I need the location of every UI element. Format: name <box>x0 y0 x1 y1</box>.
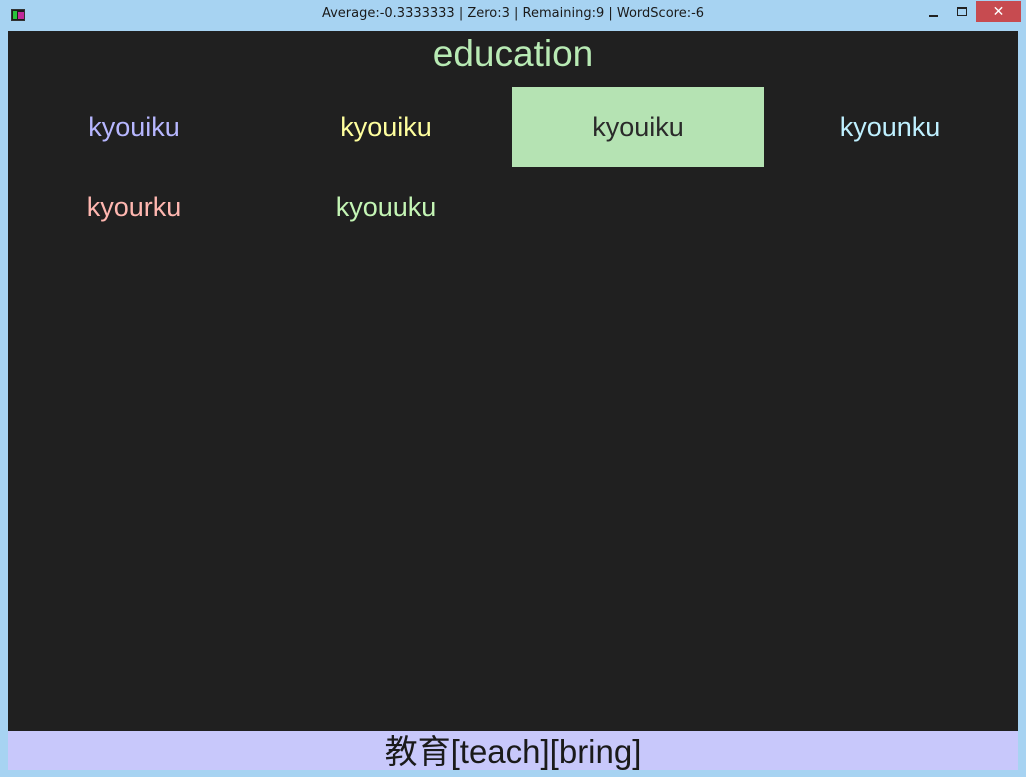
title-bar[interactable]: Average:-0.3333333 | Zero:3 | Remaining:… <box>0 0 1026 31</box>
answer-choice-4[interactable]: kyounku <box>764 87 1016 167</box>
question-word: education <box>432 33 594 74</box>
window-title: Average:-0.3333333 | Zero:3 | Remaining:… <box>321 6 705 21</box>
answer-choice-6[interactable]: kyouuku <box>260 167 512 247</box>
answer-choice-2[interactable]: kyouiku <box>260 87 512 167</box>
maximize-icon <box>956 7 967 16</box>
app-window: Average:-0.3333333 | Zero:3 | Remaining:… <box>0 0 1026 777</box>
quiz-area: education kyouiku kyouiku kyouiku kyounk… <box>8 31 1018 770</box>
minimize-icon <box>929 14 938 17</box>
answer-choice-5[interactable]: kyourku <box>8 167 260 247</box>
answer-choice-1[interactable]: kyouiku <box>8 87 260 167</box>
answer-choice-3[interactable]: kyouiku <box>512 87 764 167</box>
maximize-button[interactable] <box>948 1 975 22</box>
close-button[interactable]: ✕ <box>976 1 1021 22</box>
minimize-button[interactable] <box>919 1 948 22</box>
close-icon: ✕ <box>992 3 1005 20</box>
kanji-hint-bar: 教育[teach][bring] <box>8 731 1018 770</box>
